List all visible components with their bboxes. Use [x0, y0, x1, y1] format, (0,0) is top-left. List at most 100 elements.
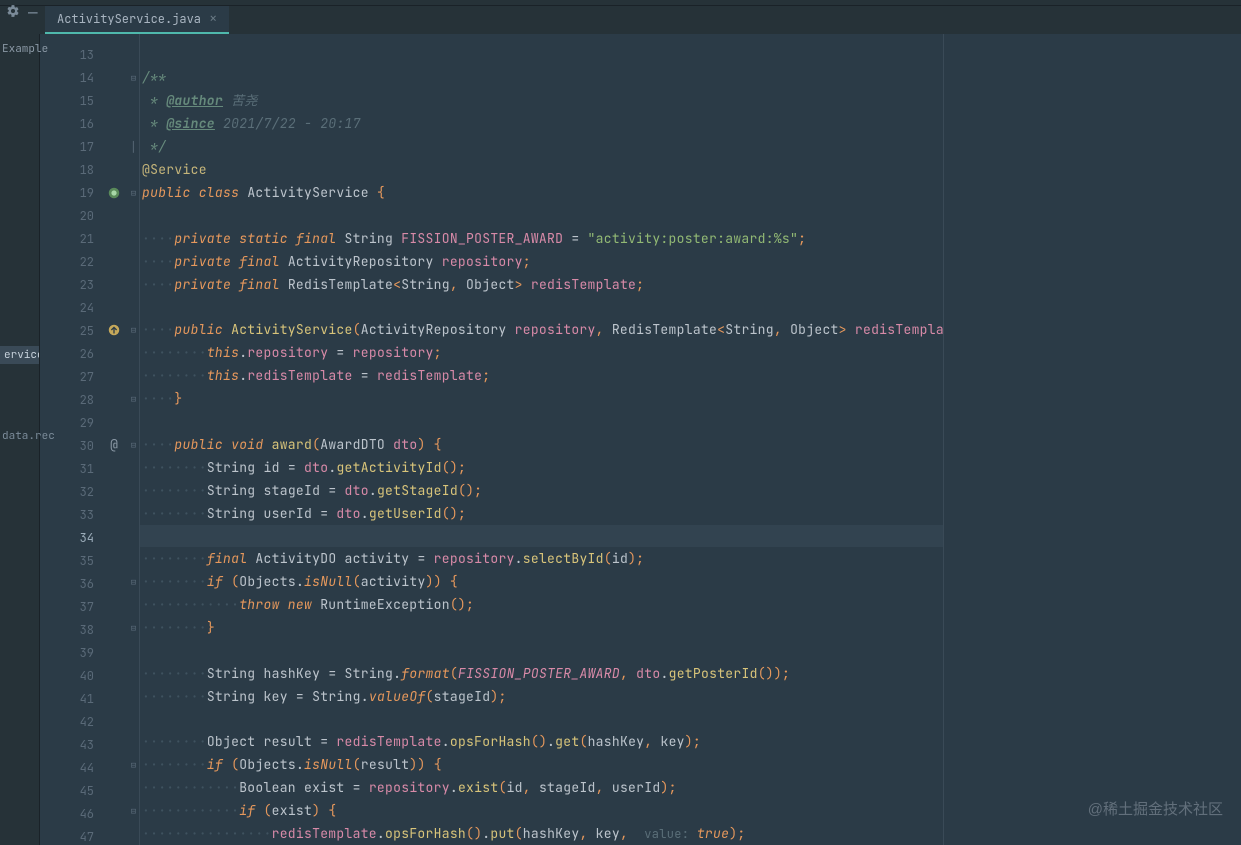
code-line-44[interactable]: ········if (Objects.isNull(result)) {: [140, 753, 943, 776]
line-number[interactable]: 31: [40, 458, 100, 481]
gutter-icon-cell[interactable]: [100, 616, 128, 639]
code-line-40[interactable]: ········String hashKey = String.format(F…: [140, 662, 943, 685]
line-number[interactable]: 20: [40, 205, 100, 228]
line-number[interactable]: 39: [40, 642, 100, 665]
fold-open-icon[interactable]: ⊟: [131, 805, 136, 817]
code-line-45[interactable]: ············Boolean exist = repository.e…: [140, 776, 943, 799]
code-line-46[interactable]: ············if (exist) {: [140, 799, 943, 822]
code-line-37[interactable]: ············throw new RuntimeException()…: [140, 593, 943, 616]
gutter-icon-cell[interactable]: [100, 593, 128, 616]
minimize-icon[interactable]: —: [28, 9, 38, 17]
code-line-15[interactable]: * @author 苦尧: [140, 89, 943, 112]
line-number[interactable]: 18: [40, 159, 100, 182]
line-number[interactable]: 45: [40, 780, 100, 803]
line-number[interactable]: 32: [40, 481, 100, 504]
gutter-icon-cell[interactable]: [100, 136, 128, 159]
line-number[interactable]: 26: [40, 343, 100, 366]
code-line-43[interactable]: ········Object result = redisTemplate.op…: [140, 730, 943, 753]
sidebar-item-service[interactable]: ervice: [0, 346, 39, 364]
line-number[interactable]: 43: [40, 734, 100, 757]
line-number[interactable]: 34: [40, 527, 100, 550]
gutter-icon-cell[interactable]: [100, 662, 128, 685]
line-number[interactable]: 28: [40, 389, 100, 412]
gutter-icon-cell[interactable]: [100, 44, 128, 67]
line-number[interactable]: 15: [40, 90, 100, 113]
fold-open-icon[interactable]: ⊟: [131, 72, 136, 84]
gutter-icon-cell[interactable]: [100, 67, 128, 90]
gutter-icon-cell[interactable]: [100, 456, 128, 479]
code-line-20[interactable]: [140, 204, 943, 226]
code-line-39[interactable]: [140, 639, 943, 661]
gutter-icon-cell[interactable]: [100, 731, 128, 754]
code-line-36[interactable]: ········if (Objects.isNull(activity)) {: [140, 570, 943, 593]
code-line-29[interactable]: [140, 410, 943, 432]
line-number[interactable]: 19: [40, 182, 100, 205]
gutter-icon-cell[interactable]: [100, 708, 128, 731]
code-line-38[interactable]: ········}: [140, 616, 943, 639]
line-number[interactable]: 42: [40, 711, 100, 734]
code-area[interactable]: /** * @author 苦尧 * @since 2021/7/22 - 20…: [140, 34, 943, 845]
code-line-22[interactable]: ····private final ActivityRepository rep…: [140, 250, 943, 273]
code-line-41[interactable]: ········String key = String.valueOf(stag…: [140, 685, 943, 708]
fold-open-icon[interactable]: ⊟: [131, 759, 136, 771]
gutter-icon-cell[interactable]: [100, 90, 128, 113]
line-number[interactable]: 16: [40, 113, 100, 136]
gutter-icon-cell[interactable]: [100, 342, 128, 365]
line-number[interactable]: 25: [40, 320, 100, 343]
code-line-27[interactable]: ········this.redisTemplate = redisTempla…: [140, 364, 943, 387]
gutter-icon-cell[interactable]: [100, 685, 128, 708]
gutter-icon-cell[interactable]: [100, 364, 128, 387]
fold-open-icon[interactable]: ⊟: [131, 576, 136, 588]
code-line-18[interactable]: @Service: [140, 158, 943, 181]
tab-activityservice[interactable]: ActivityService.java ×: [45, 6, 229, 34]
line-number[interactable]: 36: [40, 573, 100, 596]
gutter-icon-cell[interactable]: [100, 273, 128, 296]
line-number[interactable]: 27: [40, 366, 100, 389]
close-icon[interactable]: ×: [209, 10, 217, 28]
gutter-icon-cell[interactable]: [100, 479, 128, 502]
gutter-icon-cell[interactable]: [100, 754, 128, 777]
line-number[interactable]: 35: [40, 550, 100, 573]
gutter-icon-cell[interactable]: [100, 250, 128, 273]
gutter-icon-cell[interactable]: @: [100, 433, 128, 456]
gutter-icon-cell[interactable]: [100, 639, 128, 662]
code-line-47[interactable]: ················redisTemplate.opsForHash…: [140, 822, 943, 845]
code-line-14[interactable]: /**: [140, 66, 943, 89]
code-line-24[interactable]: [140, 296, 943, 318]
code-line-35[interactable]: ········final ActivityDO activity = repo…: [140, 547, 943, 570]
line-number[interactable]: 24: [40, 297, 100, 320]
line-number[interactable]: 14: [40, 67, 100, 90]
gutter-icon-cell[interactable]: [100, 777, 128, 800]
gutter-icon-cell[interactable]: [100, 570, 128, 593]
code-line-23[interactable]: ····private final RedisTemplate<String, …: [140, 273, 943, 296]
gutter-icon-cell[interactable]: [100, 502, 128, 525]
project-sidebar[interactable]: Example ervice data.rec: [0, 34, 40, 845]
gutter-icon-cell[interactable]: [100, 525, 128, 548]
code-line-16[interactable]: * @since 2021/7/22 - 20:17: [140, 112, 943, 135]
line-number[interactable]: 38: [40, 619, 100, 642]
fold-close-icon[interactable]: ⊟: [131, 622, 136, 634]
gutter-icon-cell[interactable]: [100, 548, 128, 571]
gutter-icon-cell[interactable]: [100, 181, 128, 204]
code-line-25[interactable]: ····public ActivityService(ActivityRepos…: [140, 318, 943, 341]
sidebar-item-data[interactable]: data.rec: [2, 429, 55, 443]
line-number[interactable]: 44: [40, 757, 100, 780]
gutter-icon-cell[interactable]: [100, 113, 128, 136]
gutter-icon-cell[interactable]: [100, 799, 128, 822]
code-line-13[interactable]: [140, 44, 943, 66]
code-line-34[interactable]: [140, 525, 943, 547]
gutter-icon-cell[interactable]: [100, 296, 128, 319]
settings-icon[interactable]: [6, 4, 20, 22]
gutter-icon-cell[interactable]: [100, 319, 128, 342]
code-line-33[interactable]: ········String userId = dto.getUserId();: [140, 502, 943, 525]
code-line-42[interactable]: [140, 708, 943, 730]
fold-open-icon[interactable]: ⊟: [131, 439, 136, 451]
line-number[interactable]: 40: [40, 665, 100, 688]
gutter-icon-cell[interactable]: [100, 410, 128, 433]
line-number[interactable]: 13: [40, 44, 100, 67]
line-number[interactable]: 21: [40, 228, 100, 251]
code-line-30[interactable]: ····public void award(AwardDTO dto) {: [140, 433, 943, 456]
line-number[interactable]: 46: [40, 803, 100, 826]
code-line-32[interactable]: ········String stageId = dto.getStageId(…: [140, 479, 943, 502]
gutter-icon-cell[interactable]: [100, 387, 128, 410]
